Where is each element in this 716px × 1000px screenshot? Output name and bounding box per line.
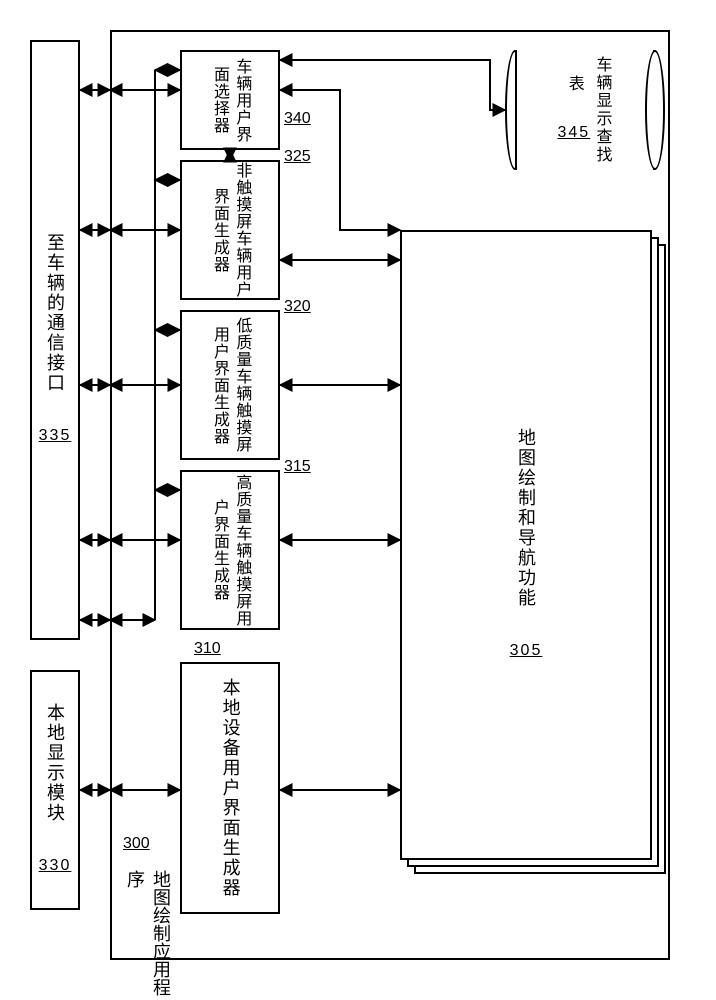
local-device-generator-num: 310 bbox=[194, 640, 221, 658]
vehicle-ui-selector-num: 340 bbox=[284, 110, 311, 128]
vehicle-ui-selector-box: 车辆用户界面选择器 bbox=[180, 50, 280, 150]
vehicle-ui-selector-label: 车辆用户界面选择器 bbox=[211, 58, 250, 143]
non-touch-generator-label: 非触摸屏车辆用户界面生成器 bbox=[211, 162, 250, 298]
lookup-table-num: 345 bbox=[557, 122, 590, 144]
hq-touch-generator-box: 高质量车辆触摸屏用户界面生成器 bbox=[180, 470, 280, 630]
local-display-module-num: 330 bbox=[39, 855, 72, 877]
lookup-table-label: 车辆显示查找表 bbox=[566, 56, 611, 164]
local-device-generator-box: 本地设备用户界面生成器 bbox=[180, 662, 280, 914]
map-nav-label: 地图绘制和导航功能 bbox=[516, 428, 536, 608]
comm-interface-box: 至车辆的通信接口 335 bbox=[30, 40, 80, 640]
non-touch-generator-box: 非触摸屏车辆用户界面生成器 bbox=[180, 160, 280, 300]
comm-interface-num: 335 bbox=[39, 425, 72, 447]
local-display-module-label: 本地显示模块 bbox=[45, 703, 65, 823]
local-display-module-box: 本地显示模块 330 bbox=[30, 670, 80, 910]
map-nav-num: 305 bbox=[510, 640, 543, 662]
diagram-canvas: 地图绘制应用程序 300 本地显示模块 330 至车辆的通信接口 335 地图绘… bbox=[0, 0, 716, 1000]
lq-touch-generator-label: 低质量车辆触摸屏用户界面生成器 bbox=[211, 317, 250, 453]
hq-touch-generator-num: 315 bbox=[284, 458, 311, 476]
lq-touch-generator-box: 低质量车辆触摸屏用户界面生成器 bbox=[180, 310, 280, 460]
lq-touch-generator-num: 320 bbox=[284, 298, 311, 316]
hq-touch-generator-label: 高质量车辆触摸屏用户界面生成器 bbox=[211, 474, 250, 627]
local-device-generator-label: 本地设备用户界面生成器 bbox=[221, 678, 241, 898]
app-container-label: 地图绘制应用程序 bbox=[122, 870, 174, 1000]
app-container-num: 300 bbox=[123, 835, 150, 853]
lookup-table-cylinder: 车辆显示查找表 345 bbox=[515, 50, 655, 170]
comm-interface-label: 至车辆的通信接口 bbox=[45, 233, 65, 393]
map-nav-box: 地图绘制和导航功能 305 bbox=[400, 230, 652, 860]
non-touch-generator-num: 325 bbox=[284, 148, 311, 166]
